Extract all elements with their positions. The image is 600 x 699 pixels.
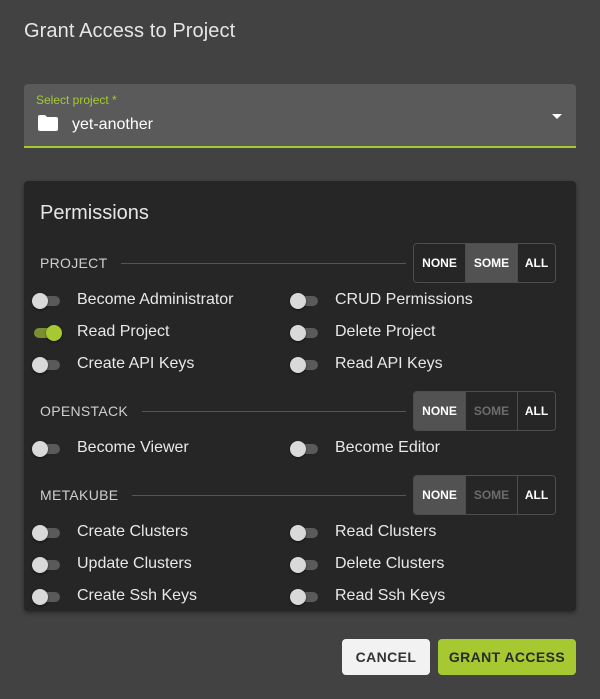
switch-create-ssh-keys[interactable] [32,586,62,606]
perm-become-administrator[interactable]: Become Administrator [32,288,234,312]
permissions-title: Permissions [40,202,149,224]
project-select[interactable]: Select project * yet-another [24,84,576,148]
switch-create-api-keys[interactable] [32,354,62,374]
perm-create-clusters[interactable]: Create Clusters [32,520,188,544]
metakube-some-button: SOME [465,476,517,514]
openstack-level-toggle: NONE SOME ALL [413,391,556,431]
project-all-button[interactable]: ALL [517,244,555,282]
project-none-button[interactable]: NONE [414,244,465,282]
metakube-level-toggle: NONE SOME ALL [413,475,556,515]
openstack-none-button[interactable]: NONE [414,392,465,430]
section-openstack-header: OPENSTACK NONE SOME ALL [40,391,556,431]
perm-read-api-keys[interactable]: Read API Keys [290,352,443,376]
section-project-name: PROJECT [40,255,122,271]
grant-access-dialog: Grant Access to Project Select project *… [0,0,600,699]
openstack-all-button[interactable]: ALL [517,392,555,430]
switch-create-clusters[interactable] [32,522,62,542]
switch-delete-project[interactable] [290,322,320,342]
switch-become-viewer[interactable] [32,438,62,458]
metakube-none-button[interactable]: NONE [414,476,465,514]
perm-create-api-keys[interactable]: Create API Keys [32,352,194,376]
perm-label: Create API Keys [77,355,195,372]
switch-read-clusters[interactable] [290,522,320,542]
dropdown-arrow-icon[interactable] [552,114,562,119]
perm-label: Become Administrator [77,291,234,308]
perm-label: Create Ssh Keys [77,587,198,604]
perm-delete-project[interactable]: Delete Project [290,320,436,344]
perm-read-ssh-keys[interactable]: Read Ssh Keys [290,584,445,608]
switch-read-ssh-keys[interactable] [290,586,320,606]
section-metakube-name: METAKUBE [40,487,133,503]
project-some-button[interactable]: SOME [465,244,517,282]
section-openstack-name: OPENSTACK [40,403,143,419]
grant-access-button[interactable]: GRANT ACCESS [438,639,576,675]
perm-label: Read Clusters [335,523,437,540]
perm-update-clusters[interactable]: Update Clusters [32,552,192,576]
perm-label: Delete Clusters [335,555,445,572]
project-select-label: Select project * [36,93,117,107]
perm-label: Become Editor [335,439,440,456]
perm-label: Become Viewer [77,439,189,456]
perm-become-viewer[interactable]: Become Viewer [32,436,189,460]
folder-icon [38,115,58,131]
project-level-toggle: NONE SOME ALL [413,243,556,283]
switch-crud-permissions[interactable] [290,290,320,310]
perm-label: Delete Project [335,323,436,340]
section-project-header: PROJECT NONE SOME ALL [40,243,556,283]
perm-label: Update Clusters [77,555,192,572]
perm-read-project[interactable]: Read Project [32,320,170,344]
switch-read-api-keys[interactable] [290,354,320,374]
switch-read-project[interactable] [32,322,62,342]
section-metakube-header: METAKUBE NONE SOME ALL [40,475,556,515]
cancel-button[interactable]: CANCEL [342,639,430,675]
perm-label: Read Project [77,323,170,340]
perm-become-editor[interactable]: Become Editor [290,436,440,460]
perm-label: Read Ssh Keys [335,587,446,604]
perm-read-clusters[interactable]: Read Clusters [290,520,436,544]
perm-label: Create Clusters [77,523,189,540]
dialog-title: Grant Access to Project [24,20,236,42]
perm-crud-permissions[interactable]: CRUD Permissions [290,288,473,312]
switch-become-editor[interactable] [290,438,320,458]
perm-label: Read API Keys [335,355,443,372]
metakube-all-button[interactable]: ALL [517,476,555,514]
perm-delete-clusters[interactable]: Delete Clusters [290,552,444,576]
project-select-value: yet-another [72,116,153,133]
perm-label: CRUD Permissions [335,291,473,308]
perm-create-ssh-keys[interactable]: Create Ssh Keys [32,584,197,608]
switch-update-clusters[interactable] [32,554,62,574]
openstack-some-button: SOME [465,392,517,430]
switch-become-administrator[interactable] [32,290,62,310]
permissions-card: Permissions PROJECT NONE SOME ALL Become… [24,181,576,611]
switch-delete-clusters[interactable] [290,554,320,574]
